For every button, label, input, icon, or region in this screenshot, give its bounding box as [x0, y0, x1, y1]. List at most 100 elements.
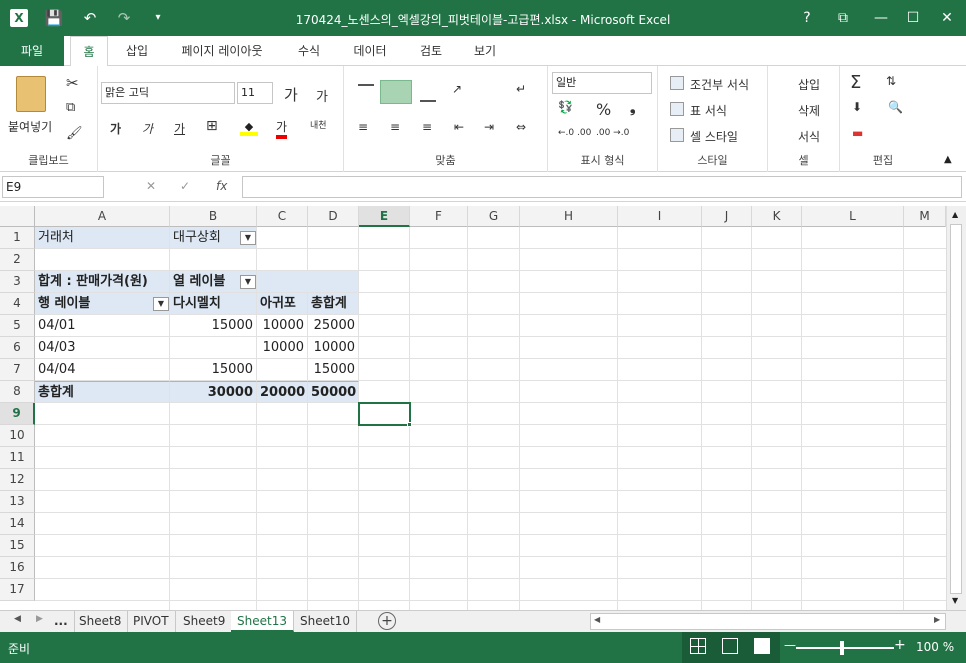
col-header-d[interactable]: D	[308, 206, 359, 227]
page-break-view-icon[interactable]	[754, 638, 770, 654]
col-header-h[interactable]: H	[520, 206, 618, 227]
tab-review[interactable]: 검토	[412, 36, 450, 66]
tab-formulas[interactable]: 수식	[290, 36, 328, 66]
autosum-icon[interactable]: Σ	[850, 72, 861, 93]
filter-funnel-icon[interactable]: ▼	[240, 231, 256, 245]
col-header-a[interactable]: A	[35, 206, 170, 227]
bottom-align-icon[interactable]	[420, 94, 436, 102]
phonetic-button[interactable]: 내천	[310, 118, 327, 131]
vertical-scrollbar[interactable]: ▲ ▼	[946, 206, 966, 610]
increase-indent-icon[interactable]: ⇥	[484, 120, 494, 134]
decrease-indent-icon[interactable]: ⇤	[454, 120, 464, 134]
pivot-value[interactable]: 10000	[308, 337, 359, 359]
ribbon-display-button[interactable]: ⧉	[828, 6, 858, 30]
pivot-row-label[interactable]: 04/01	[35, 315, 170, 337]
conditional-format-button[interactable]: 조건부 서식	[690, 76, 749, 93]
maximize-button[interactable]: ☐	[898, 6, 928, 30]
row-header-2[interactable]: 2	[0, 249, 35, 271]
pivot-value[interactable]: 10000	[257, 315, 308, 337]
paste-icon[interactable]	[16, 76, 46, 112]
fill-icon[interactable]: ⬇	[852, 100, 862, 114]
font-name-box[interactable]: 맑은 고딕	[101, 82, 235, 104]
col-header-j[interactable]: J	[702, 206, 752, 227]
normal-view-icon[interactable]	[690, 638, 706, 654]
row-header-8[interactable]: 8	[0, 381, 35, 403]
align-right-icon[interactable]: ≡	[422, 120, 432, 134]
sheet-tab-sheet10[interactable]: Sheet10	[294, 611, 357, 632]
sheet-tab-pivot[interactable]: PIVOT	[127, 611, 176, 632]
zoom-in-button[interactable]: +	[894, 637, 906, 653]
row-labels-dropdown-icon[interactable]: ▼	[153, 297, 169, 311]
col-header-l[interactable]: L	[802, 206, 904, 227]
pivot-col1-header[interactable]: 다시멜치	[170, 293, 257, 315]
row-header-12[interactable]: 12	[0, 469, 35, 491]
row-header-1[interactable]: 1	[0, 227, 35, 249]
tab-file[interactable]: 파일	[0, 36, 64, 66]
delete-cells-button[interactable]: 삭제	[798, 102, 820, 119]
close-button[interactable]: ✕	[932, 6, 962, 30]
row-header-16[interactable]: 16	[0, 557, 35, 579]
pivot-col3-header[interactable]: 총합계	[308, 293, 359, 315]
pivot-row-label[interactable]: 04/03	[35, 337, 170, 359]
row-header-13[interactable]: 13	[0, 491, 35, 513]
tab-page-layout[interactable]: 페이지 레이아웃	[172, 36, 272, 66]
zoom-slider-thumb[interactable]	[840, 641, 844, 655]
row-header-5[interactable]: 5	[0, 315, 35, 337]
decrease-decimal-button[interactable]: .00 →.0	[596, 128, 632, 138]
fill-color-icon[interactable]: ◆	[240, 120, 258, 136]
insert-function-icon[interactable]: fx	[216, 179, 227, 193]
select-all-corner[interactable]	[0, 206, 35, 227]
bold-button[interactable]: 가	[110, 120, 121, 137]
active-cell-e9[interactable]	[358, 402, 411, 426]
sheet-next-icon[interactable]: ▶	[36, 614, 43, 624]
format-table-button[interactable]: 표 서식	[690, 102, 727, 119]
top-align-icon[interactable]	[358, 84, 374, 94]
sort-filter-icon[interactable]: ⇅	[886, 74, 896, 88]
row-header-15[interactable]: 15	[0, 535, 35, 557]
zoom-out-button[interactable]: —	[784, 638, 796, 652]
comma-button[interactable]: ❟	[630, 100, 636, 116]
row-header-11[interactable]: 11	[0, 447, 35, 469]
horizontal-scrollbar[interactable]	[590, 613, 946, 630]
minimize-button[interactable]: —	[866, 6, 896, 30]
cut-icon[interactable]: ✂	[66, 74, 79, 92]
wrap-text-icon[interactable]: ↵	[516, 82, 526, 96]
sheet-more[interactable]: ...	[48, 611, 75, 632]
tab-view[interactable]: 보기	[466, 36, 504, 66]
col-header-f[interactable]: F	[410, 206, 468, 227]
border-icon[interactable]: ⊞	[206, 118, 218, 134]
pivot-total-value[interactable]: 50000	[308, 381, 359, 403]
sheet-prev-icon[interactable]: ◀	[14, 614, 21, 624]
pivot-total-value[interactable]: 30000	[170, 381, 257, 403]
pivot-col2-header[interactable]: 아귀포	[257, 293, 308, 315]
orientation-icon[interactable]: ↗	[452, 82, 462, 96]
sheet-tab-sheet9[interactable]: Sheet9	[177, 611, 233, 632]
row-header-14[interactable]: 14	[0, 513, 35, 535]
col-header-e[interactable]: E	[359, 206, 410, 227]
zoom-level[interactable]: 100 %	[916, 640, 954, 654]
col-header-k[interactable]: K	[752, 206, 802, 227]
row-header-4[interactable]: 4	[0, 293, 35, 315]
add-sheet-icon[interactable]: +	[378, 612, 396, 630]
pivot-value[interactable]	[170, 337, 257, 359]
page-layout-view-icon[interactable]	[722, 638, 738, 654]
name-box[interactable]: E9	[2, 176, 104, 198]
font-increase-button[interactable]: 가	[284, 84, 298, 105]
zoom-slider-track[interactable]	[796, 647, 894, 649]
copy-icon[interactable]: ⧉	[66, 100, 75, 115]
italic-button[interactable]: 가	[142, 120, 153, 137]
col-header-m[interactable]: M	[904, 206, 946, 227]
col-labels-dropdown-icon[interactable]: ▼	[240, 275, 256, 289]
pivot-value[interactable]: 10000	[257, 337, 308, 359]
col-header-c[interactable]: C	[257, 206, 308, 227]
format-cells-button[interactable]: 서식	[798, 128, 820, 145]
paste-button[interactable]: 붙여넣기	[8, 118, 52, 135]
font-decrease-button[interactable]: 가	[316, 86, 328, 105]
row-header-17[interactable]: 17	[0, 579, 35, 601]
cancel-icon[interactable]: ✕	[146, 179, 156, 193]
worksheet-grid[interactable]: A B C D E F G H I J K L M 1 2 3 4 5 6 7 …	[0, 206, 946, 610]
pivot-value[interactable]: 15000	[308, 359, 359, 381]
percent-button[interactable]: %	[596, 100, 611, 119]
col-header-b[interactable]: B	[170, 206, 257, 227]
help-button[interactable]: ?	[792, 6, 822, 30]
